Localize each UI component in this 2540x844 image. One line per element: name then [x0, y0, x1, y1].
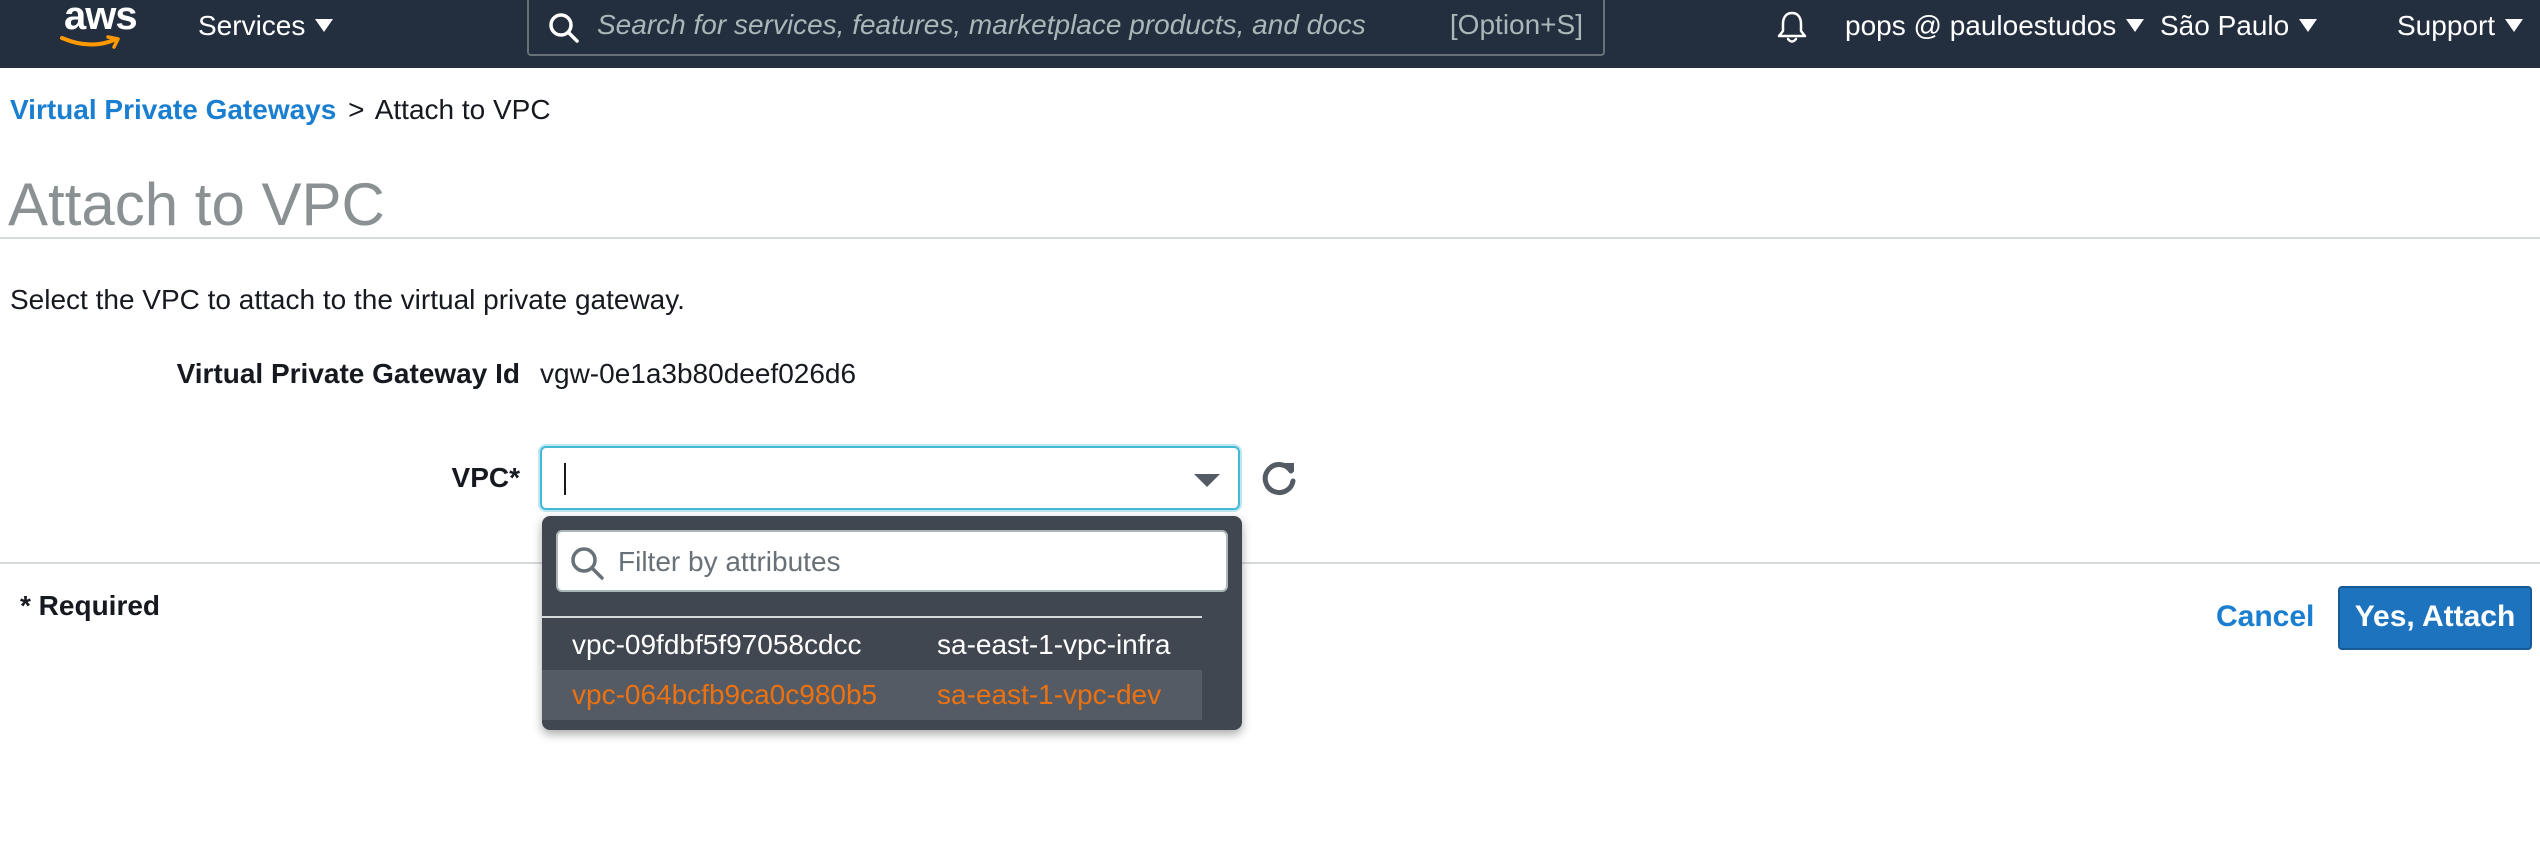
support-menu[interactable]: Support [2397, 8, 2524, 44]
breadcrumb: Virtual Private Gateways > Attach to VPC [10, 94, 551, 126]
caret-down-icon [2299, 19, 2318, 32]
form-divider [0, 562, 2540, 564]
page-title: Attach to VPC [8, 171, 385, 238]
vpc-option-id: vpc-09fdbf5f97058cdcc [572, 629, 862, 660]
dropdown-divider [542, 616, 1202, 618]
page-description: Select the VPC to attach to the virtual … [10, 284, 685, 315]
vpc-select[interactable] [540, 446, 1240, 510]
top-navigation-bar: aws Services Search for services, featur… [0, 0, 2540, 68]
caret-down-icon [315, 19, 334, 32]
support-label: Support [2397, 10, 2496, 41]
vgw-id-value: vgw-0e1a3b80deef026d6 [540, 358, 857, 389]
vpc-option-id: vpc-064bcfb9ca0c980b5 [572, 679, 878, 710]
text-cursor [564, 463, 566, 495]
yes-attach-button[interactable]: Yes, Attach [2338, 586, 2532, 650]
search-shortcut-hint: [Option+S] [1449, 9, 1583, 40]
region-menu[interactable]: São Paulo [2160, 8, 2318, 44]
vpc-dropdown-panel: Filter by attributes vpc-09fdbf5f97058cd… [542, 516, 1242, 730]
filter-placeholder: Filter by attributes [618, 546, 841, 577]
aws-logo[interactable]: aws [60, 0, 140, 56]
search-icon [549, 13, 579, 43]
global-search-input[interactable]: Search for services, features, marketpla… [527, 0, 1605, 56]
vpc-option[interactable]: vpc-09fdbf5f97058cdcc sa-east-1-vpc-infr… [542, 620, 1202, 670]
search-placeholder: Search for services, features, marketpla… [597, 9, 1366, 40]
vpc-option-name: sa-east-1-vpc-dev [937, 679, 1162, 710]
caret-down-icon [2505, 19, 2524, 32]
account-menu[interactable]: pops @ pauloestudos [1845, 8, 2145, 44]
breadcrumb-separator: > [348, 94, 365, 125]
cancel-button[interactable]: Cancel [2216, 600, 2314, 634]
chevron-down-icon [1194, 474, 1220, 487]
account-label: pops @ pauloestudos [1845, 10, 2117, 41]
vgw-id-label: Virtual Private Gateway Id [176, 358, 520, 389]
aws-smile-icon [60, 35, 120, 49]
region-label: São Paulo [2160, 10, 2290, 41]
vpc-option-highlighted[interactable]: vpc-064bcfb9ca0c980b5 sa-east-1-vpc-dev [542, 670, 1202, 720]
breadcrumb-current: Attach to VPC [374, 94, 551, 125]
header-divider [0, 237, 2540, 239]
vpc-option-name: sa-east-1-vpc-infra [937, 629, 1171, 660]
vpc-label: VPC* [451, 462, 520, 493]
services-menu[interactable]: Services [198, 8, 334, 44]
refresh-icon[interactable] [1258, 457, 1300, 499]
services-label: Services [198, 10, 306, 41]
required-note: * Required [20, 590, 161, 621]
search-icon [571, 547, 604, 580]
notifications-bell-icon[interactable] [1773, 8, 1811, 46]
breadcrumb-link-virtual-private-gateways[interactable]: Virtual Private Gateways [10, 94, 336, 125]
filter-input[interactable]: Filter by attributes [556, 530, 1228, 592]
caret-down-icon [2126, 19, 2145, 32]
